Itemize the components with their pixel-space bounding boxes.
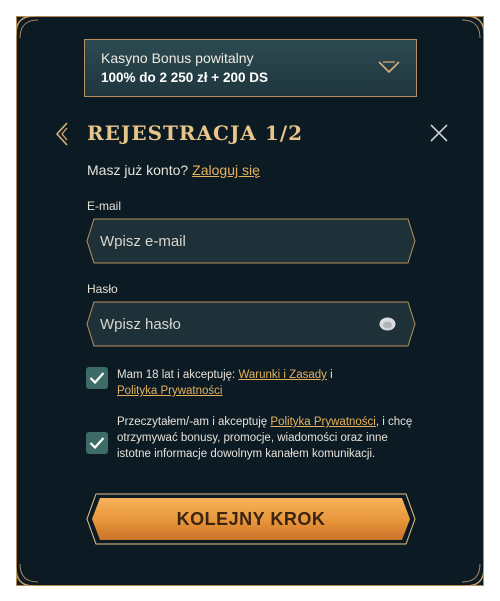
next-step-button[interactable]: KOLEJNY KROK <box>86 493 416 545</box>
close-icon[interactable] <box>429 123 449 143</box>
next-step-label: KOLEJNY KROK <box>176 509 326 529</box>
terms-text-middle: i <box>330 369 333 381</box>
page-title: REJESTRACJA 1/2 <box>87 121 304 145</box>
email-field-wrapper <box>86 218 416 264</box>
eye-icon[interactable] <box>379 316 396 332</box>
marketing-text-before: Przeczytałem/-am i akceptuję <box>117 416 268 428</box>
marketing-privacy-link[interactable]: Polityka Prywatności <box>270 416 375 428</box>
marketing-checkbox[interactable] <box>86 432 108 454</box>
login-prompt-text: Masz już konto? <box>87 162 189 178</box>
bonus-selector[interactable]: Kasyno Bonus powitalny 100% do 2 250 zł … <box>84 39 417 97</box>
corner-ornament <box>16 16 39 39</box>
terms-text-before: Mam 18 lat i akceptuję: <box>117 369 236 381</box>
terms-checkbox[interactable] <box>86 367 108 389</box>
password-field[interactable] <box>100 309 370 339</box>
login-link[interactable]: Zaloguj się <box>192 162 260 178</box>
bonus-amount: 100% do 2 250 zł + 200 DS <box>101 70 268 85</box>
marketing-text: Przeczytałem/-am i akceptuję Polityka Pr… <box>117 414 417 462</box>
modal-header: REJESTRACJA 1/2 <box>55 120 455 148</box>
corner-ornament <box>461 563 484 586</box>
email-label: E-mail <box>87 199 122 213</box>
corner-ornament <box>16 563 39 586</box>
checkmark-icon <box>89 372 105 385</box>
password-field-wrapper <box>86 301 416 347</box>
email-field[interactable] <box>100 226 370 256</box>
chevron-down-icon <box>378 61 400 74</box>
password-label: Hasło <box>87 282 118 296</box>
terms-link[interactable]: Warunki i Zasady <box>238 369 326 381</box>
bonus-title: Kasyno Bonus powitalny <box>101 50 254 66</box>
corner-ornament <box>461 16 484 39</box>
terms-text: Mam 18 lat i akceptuję: Warunki i Zasady… <box>117 367 417 399</box>
checkmark-icon <box>89 437 105 450</box>
privacy-link[interactable]: Polityka Prywatności <box>117 385 222 397</box>
back-arrow-icon[interactable] <box>55 122 69 146</box>
login-prompt: Masz już konto? Zaloguj się <box>87 162 260 178</box>
